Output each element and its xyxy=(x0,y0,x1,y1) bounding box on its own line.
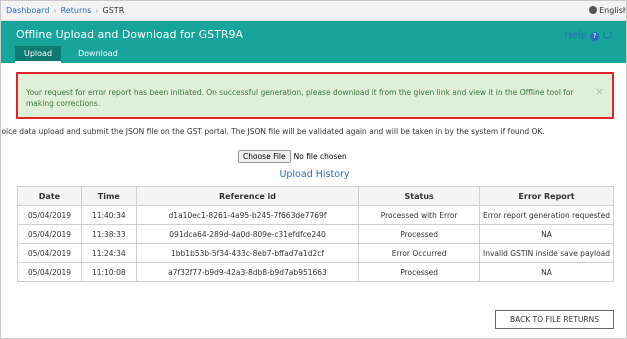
language-selector[interactable]: English xyxy=(589,6,627,15)
cell-reference-id: 1bb1b53b-5f34-433c-8eb7-bffad7a1d2cf xyxy=(135,243,360,263)
column-header-status: Status xyxy=(358,186,480,206)
breadcrumb-dashboard[interactable]: Dashboard xyxy=(6,6,49,15)
page-header: Offline Upload and Download for GSTR9A U… xyxy=(1,21,626,63)
table-row: 05/04/2019 11:38:33 091dca64-289d-4a0d-8… xyxy=(17,224,614,244)
tab-download[interactable]: Download xyxy=(69,46,127,63)
table-row: 05/04/2019 11:24:34 1bb1b53b-5f34-433c-8… xyxy=(17,243,614,263)
help-link[interactable]: Help? xyxy=(564,30,612,41)
cell-error-report: Invalid GSTIN inside save payload xyxy=(479,243,614,263)
language-label: English xyxy=(599,6,627,15)
cell-date: 05/04/2019 xyxy=(17,205,82,225)
cell-reference-id: d1a10ec1-8261-4a95-b245-7f663de7769f xyxy=(135,205,360,225)
help-label: Help xyxy=(564,30,587,41)
page-title: Offline Upload and Download for GSTR9A xyxy=(16,28,244,41)
cell-error-report: NA xyxy=(479,224,614,244)
column-header-time: Time xyxy=(80,186,137,206)
column-header-error-report: Error Report xyxy=(479,186,614,206)
breadcrumb-bar: Dashboard › Returns › GSTR English xyxy=(1,1,627,21)
breadcrumb-returns[interactable]: Returns xyxy=(61,6,92,15)
success-alert: Your request for error report has been i… xyxy=(16,72,614,119)
choose-file-button[interactable]: Choose File xyxy=(238,150,291,163)
main-frame: Dashboard › Returns › GSTR English Offline U… xyxy=(0,0,627,339)
column-header-date: Date xyxy=(17,186,82,206)
table-row: 05/04/2019 11:40:34 d1a10ec1-8261-4a95-b… xyxy=(17,205,614,225)
tab-upload[interactable]: Upload xyxy=(15,46,62,63)
cell-reference-id: a7f32f77-b9d9-42a3-8db8-b9d7ab951663 xyxy=(135,262,360,282)
cell-time: 11:38:33 xyxy=(80,224,137,244)
column-header-reference-id: Reference id xyxy=(135,186,360,206)
alert-message: Your request for error report has been i… xyxy=(26,88,574,108)
file-status: No file chosen xyxy=(293,152,347,161)
table-header-row: Date Time Reference id Status Error Repo… xyxy=(17,186,614,206)
file-input: Choose File No file chosen xyxy=(238,150,347,164)
cell-date: 05/04/2019 xyxy=(17,243,82,263)
close-icon[interactable]: × xyxy=(595,85,604,98)
cell-time: 11:24:34 xyxy=(80,243,137,263)
cell-date: 05/04/2019 xyxy=(17,262,82,282)
upload-instructions: voice data upload and submit the JSON fi… xyxy=(1,127,545,136)
breadcrumb: Dashboard › Returns › GSTR xyxy=(6,6,124,15)
cell-status: Processed xyxy=(358,262,480,282)
cell-time: 11:10:08 xyxy=(80,262,137,282)
cell-date: 05/04/2019 xyxy=(17,224,82,244)
cell-status: Error Occurred xyxy=(358,243,480,263)
breadcrumb-separator: › xyxy=(53,6,57,15)
cell-status: Processed xyxy=(358,224,480,244)
upload-history-title: Upload History xyxy=(279,169,350,180)
back-to-file-returns-button[interactable]: BACK TO FILE RETURNS xyxy=(495,310,614,329)
cell-reference-id: 091dca64-289d-4a0d-809e-c31efdfce240 xyxy=(135,224,360,244)
cell-error-report: Error report generation requested xyxy=(479,205,614,225)
globe-icon xyxy=(589,6,598,14)
breadcrumb-separator: › xyxy=(95,6,99,15)
table-row: 05/04/2019 11:10:08 a7f32f77-b9d9-42a3-8… xyxy=(17,262,614,282)
help-icon: ? xyxy=(590,32,599,41)
cell-status: Processed with Error xyxy=(358,205,480,225)
cell-time: 11:40:34 xyxy=(80,205,137,225)
refresh-icon[interactable] xyxy=(603,30,612,39)
breadcrumb-current: GSTR xyxy=(102,6,125,15)
upload-history-table: Date Time Reference id Status Error Repo… xyxy=(17,186,614,282)
cell-error-report: NA xyxy=(479,262,614,282)
